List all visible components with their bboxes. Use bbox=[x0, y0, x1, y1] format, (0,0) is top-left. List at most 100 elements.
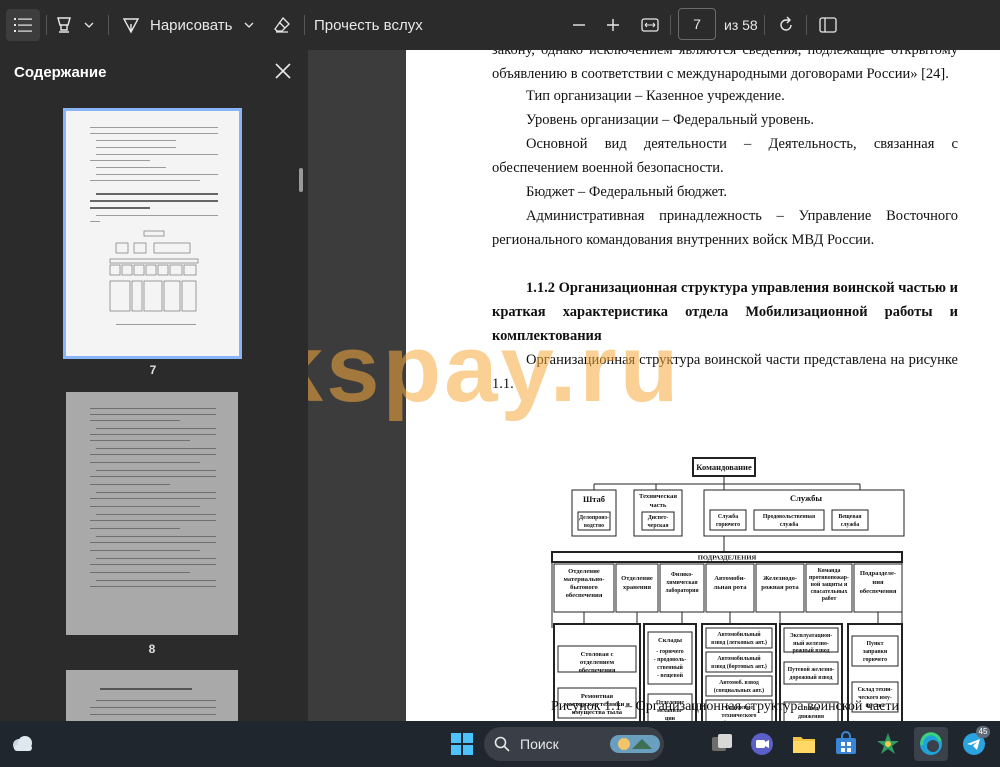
org-node-label: Делопроиз- bbox=[579, 515, 609, 521]
page-number-input[interactable] bbox=[678, 8, 716, 40]
org-node-label: Продовольственная bbox=[763, 514, 815, 520]
read-aloud-label: Прочесть вслух bbox=[314, 16, 423, 34]
highlight-button[interactable] bbox=[52, 9, 76, 41]
close-sidebar-button[interactable] bbox=[272, 60, 294, 82]
org-node-label: Пункт bbox=[867, 641, 884, 647]
edge-browser-icon[interactable] bbox=[914, 727, 948, 761]
close-icon bbox=[275, 63, 291, 79]
paragraph: Уровень организации – Федеральный уровен… bbox=[526, 112, 815, 128]
sidebar-title: Содержание bbox=[14, 64, 107, 81]
plus-icon bbox=[607, 19, 619, 31]
org-node-label: Автомоб. взвод bbox=[719, 679, 759, 686]
eraser-button[interactable] bbox=[268, 9, 296, 41]
paragraph: Административная принадлежность – Управл… bbox=[492, 208, 958, 248]
org-node-label: химическая bbox=[666, 580, 697, 586]
thumbnail-chart-preview bbox=[109, 230, 199, 312]
org-node-label: горючего bbox=[716, 522, 740, 528]
toolbar-separator bbox=[764, 15, 765, 35]
org-node-label: Склады bbox=[658, 637, 682, 644]
org-node-label: Службы bbox=[790, 493, 822, 503]
section-heading: 1.1.2 Организационная структура управлен… bbox=[492, 280, 958, 344]
page-view-button[interactable] bbox=[814, 9, 842, 41]
org-node-label: Подразделе- bbox=[860, 570, 896, 577]
toolbar-separator bbox=[670, 15, 671, 35]
org-node-label: Путевой железно- bbox=[788, 666, 835, 673]
org-node-label: Команда bbox=[818, 568, 841, 574]
org-node-label: Диспет- bbox=[648, 515, 669, 521]
document-page: закону, однако исключением являются свед… bbox=[406, 50, 1000, 721]
sidebar-scrollbar[interactable] bbox=[299, 168, 303, 192]
fit-width-button[interactable] bbox=[636, 9, 664, 41]
weather-widget[interactable] bbox=[8, 730, 36, 758]
contents-sidebar: Содержание 7 8 bbox=[0, 50, 308, 721]
org-node-label: ПОДРАЗДЕЛЕНИЯ bbox=[698, 555, 757, 562]
rotate-icon bbox=[780, 16, 792, 31]
rotate-button[interactable] bbox=[772, 9, 800, 41]
store-app-icon[interactable] bbox=[832, 730, 860, 758]
draw-dropdown[interactable] bbox=[240, 9, 258, 41]
paragraph: Бюджет – Федеральный бюджет. bbox=[526, 184, 727, 200]
org-node-label: взвод (бортовых авт.) bbox=[711, 663, 767, 670]
org-node-label: заправки bbox=[863, 649, 888, 655]
edge-icon bbox=[920, 732, 942, 755]
org-node-label: черская bbox=[648, 523, 669, 529]
org-node-label: бытового bbox=[570, 584, 598, 591]
paragraph: Тип организации – Казенное учреждение. bbox=[526, 88, 785, 104]
read-aloud-button[interactable]: Прочесть вслух bbox=[314, 9, 424, 41]
org-node-label: часть bbox=[650, 502, 667, 509]
org-node-label: ственный bbox=[657, 664, 683, 671]
contents-toggle-button[interactable] bbox=[6, 9, 40, 41]
file-explorer-icon[interactable] bbox=[790, 730, 818, 758]
org-node-label: - вещевой bbox=[657, 672, 684, 679]
chevron-down-icon bbox=[244, 22, 254, 28]
org-node-label: горючего bbox=[863, 657, 887, 663]
task-view-button[interactable] bbox=[708, 730, 736, 758]
org-node-label: лаборатория bbox=[665, 587, 698, 594]
zoom-in-button[interactable] bbox=[600, 9, 626, 41]
figure-caption: Рисунок 1.1 – Организационная структура … bbox=[551, 699, 899, 714]
pen-icon bbox=[122, 18, 140, 34]
windows-icon bbox=[451, 733, 473, 755]
org-node-label: Вещевая bbox=[838, 514, 861, 520]
search-icon bbox=[494, 736, 510, 752]
photos-app-icon[interactable] bbox=[874, 730, 902, 758]
taskbar-search[interactable]: Поиск bbox=[484, 727, 664, 761]
pdf-viewer-window: Нарисовать Прочесть вслух из 58 bbox=[0, 0, 1000, 767]
meet-app-icon[interactable] bbox=[748, 730, 776, 758]
chevron-down-icon bbox=[84, 22, 94, 28]
org-node-label: Железнодо- bbox=[763, 575, 797, 582]
telegram-app-icon[interactable]: 45 bbox=[960, 726, 990, 758]
page-thumbnail[interactable] bbox=[66, 392, 238, 635]
org-node-label: Физико- bbox=[671, 572, 693, 578]
document-viewport[interactable]: закону, однако исключением являются свед… bbox=[308, 50, 1000, 721]
telegram-unread-badge: 45 bbox=[976, 726, 990, 738]
page-thumbnail[interactable] bbox=[63, 108, 242, 359]
org-node-label: Столовая с bbox=[581, 651, 614, 658]
org-node-label: ния bbox=[872, 579, 884, 586]
org-node-label: служба bbox=[841, 521, 860, 528]
org-node-label: материально- bbox=[563, 576, 604, 583]
paragraph: закону, однако исключением являются свед… bbox=[492, 50, 958, 82]
org-node-label: противопожар- bbox=[809, 575, 849, 581]
paragraph: Организационная структура воинской части… bbox=[492, 352, 958, 392]
org-node-label: - продоволь- bbox=[654, 657, 687, 663]
draw-button[interactable]: Нарисовать bbox=[122, 9, 234, 41]
org-node-label: Отделение bbox=[568, 568, 600, 575]
page-thumbnail[interactable] bbox=[66, 670, 238, 721]
org-node-label: обеспечения bbox=[566, 592, 603, 599]
draw-label: Нарисовать bbox=[150, 16, 233, 34]
org-node-label: (специальных авт.) bbox=[714, 687, 764, 694]
toolbar-separator bbox=[806, 15, 807, 35]
org-node-label: Служба bbox=[718, 513, 738, 520]
highlighter-icon bbox=[57, 17, 71, 33]
org-chart-figure: .bx { fill:#fff; stroke:#222; stroke-wid… bbox=[551, 457, 905, 721]
thumbnail-page-label: 7 bbox=[149, 363, 157, 377]
org-node-label: Эксплуатацион- bbox=[790, 633, 833, 639]
org-node-label: служба bbox=[780, 521, 799, 528]
org-node-label: - горючего bbox=[656, 649, 684, 655]
highlight-dropdown[interactable] bbox=[80, 9, 98, 41]
org-node-label: водство bbox=[584, 523, 604, 529]
start-button[interactable] bbox=[448, 730, 476, 758]
zoom-out-button[interactable] bbox=[566, 9, 592, 41]
folder-icon bbox=[793, 737, 815, 753]
